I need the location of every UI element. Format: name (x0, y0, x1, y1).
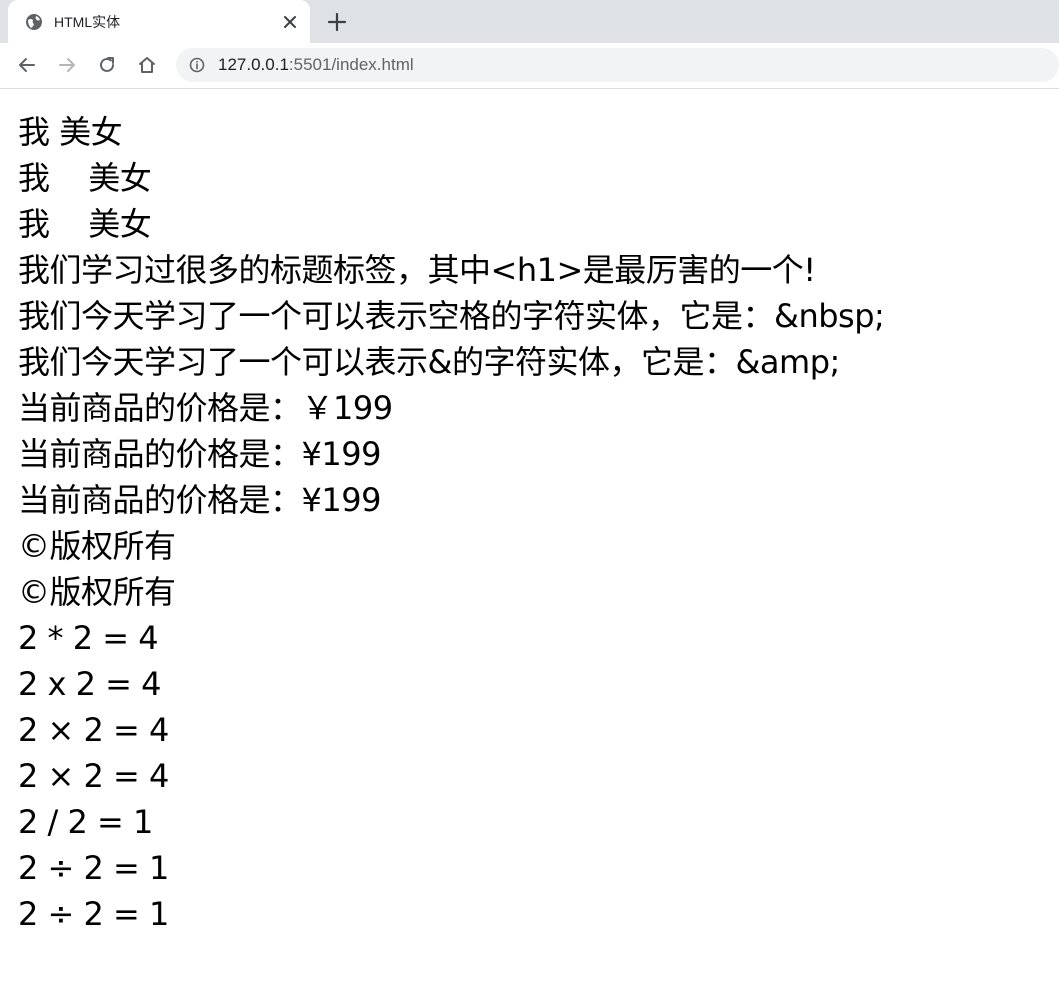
text-line: 当前商品的价格是：￥199 (18, 389, 393, 427)
text-line: 当前商品的价格是：¥199 (18, 435, 381, 473)
url-path: :5501/index.html (288, 55, 414, 74)
page-content: 我 美女 我 美女 我 美女 我们学习过很多的标题标签，其中<h1>是最厉害的一… (0, 89, 1059, 990)
info-icon[interactable] (189, 57, 205, 73)
text-line: 当前商品的价格是：¥199 (18, 481, 381, 519)
text-line: 2 ÷ 2 = 1 (18, 895, 169, 933)
url-text[interactable]: 127.0.0.1:5501/index.html (218, 55, 414, 75)
text-line: 2 * 2 = 4 (18, 619, 159, 657)
text-line: 我 美女 (18, 159, 152, 197)
tab-html-entities[interactable]: HTML实体 (8, 0, 310, 43)
plus-icon[interactable] (326, 11, 348, 33)
tab-title: HTML实体 (54, 14, 121, 30)
text-line: 2 × 2 = 4 (18, 711, 169, 749)
text-line: 我 美女 (18, 113, 123, 151)
text-line: 2 ÷ 2 = 1 (18, 849, 169, 887)
text-line: 我 美女 (18, 205, 152, 243)
browser-toolbar: 127.0.0.1:5501/index.html (0, 43, 1059, 89)
home-icon[interactable] (136, 54, 158, 76)
tab-strip: HTML实体 (0, 0, 1059, 43)
entity-lines: 我 美女 我 美女 我 美女 我们学习过很多的标题标签，其中<h1>是最厉害的一… (18, 109, 1048, 937)
text-line: 我们今天学习了一个可以表示空格的字符实体，它是：&nbsp; (18, 297, 885, 335)
reload-icon[interactable] (96, 54, 118, 76)
text-line: ©版权所有 (18, 527, 176, 565)
close-icon[interactable] (280, 12, 300, 32)
forward-arrow-icon[interactable] (56, 54, 78, 76)
browser-window: HTML实体 127.0.0.1:5501/index.html 我 美女 我 … (0, 0, 1059, 990)
text-line: 2 x 2 = 4 (18, 665, 162, 703)
text-line: ©版权所有 (18, 573, 176, 611)
back-arrow-icon[interactable] (16, 54, 38, 76)
address-bar[interactable]: 127.0.0.1:5501/index.html (176, 48, 1059, 82)
text-line: 我们今天学习了一个可以表示&的字符实体，它是：&amp; (18, 343, 840, 381)
url-host: 127.0.0.1 (218, 55, 289, 74)
globe-icon (25, 13, 43, 31)
text-line: 我们学习过很多的标题标签，其中<h1>是最厉害的一个! (18, 251, 816, 289)
text-line: 2 / 2 = 1 (18, 803, 153, 841)
text-line: 2 × 2 = 4 (18, 757, 169, 795)
